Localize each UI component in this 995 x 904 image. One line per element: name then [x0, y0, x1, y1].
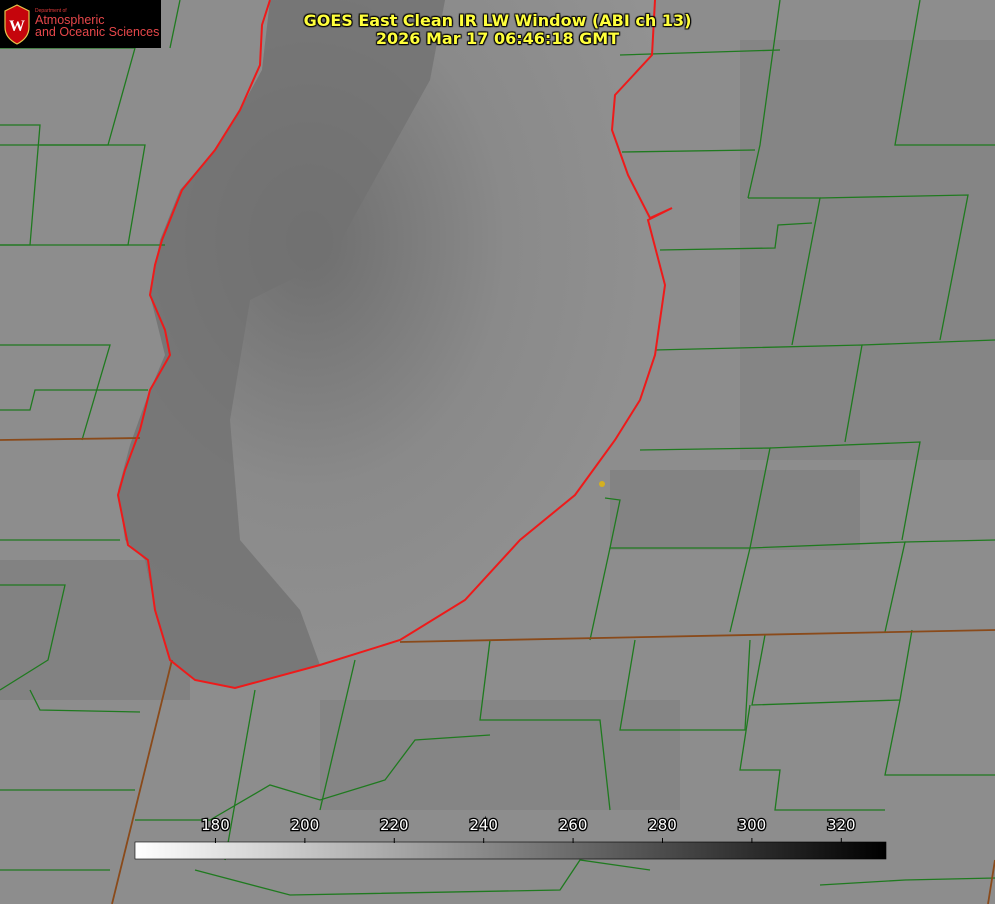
colorbar-tick-label: 200	[291, 816, 320, 834]
title-line2: 2026 Mar 17 06:46:18 GMT	[375, 29, 620, 48]
colorbar-strip	[134, 841, 887, 860]
colorbar-ticks: 180 200 220 240 260 280 300 320	[200, 815, 857, 843]
logo-unit-line2: and Oceanic Sciences	[35, 25, 160, 39]
colorbar-tick-label: 220	[380, 816, 409, 834]
colorbar-tick-label: 240	[469, 816, 498, 834]
colorbar-tick-label: 280	[648, 816, 677, 834]
title-line1: GOES East Clean IR LW Window (ABI ch 13)	[303, 11, 692, 30]
colorbar-tick-label: 260	[559, 816, 588, 834]
uw-aos-logo: W Department of Atmospheric and Oceanic …	[0, 0, 161, 48]
colorbar-tick-label: 180	[201, 816, 230, 834]
colorbar-tick-label: 320	[827, 816, 856, 834]
land-shade-south	[320, 700, 680, 810]
land-shade-center-east	[610, 470, 860, 550]
colorbar-tick-label: 300	[738, 816, 767, 834]
station-marker	[599, 481, 605, 487]
satellite-map	[0, 0, 995, 904]
image-title: GOES East Clean IR LW Window (ABI ch 13)…	[270, 12, 725, 48]
uw-crest-icon: W	[4, 4, 30, 45]
temperature-colorbar: 180 200 220 240 260 280 300 320	[134, 815, 887, 860]
svg-text:W: W	[9, 18, 25, 35]
